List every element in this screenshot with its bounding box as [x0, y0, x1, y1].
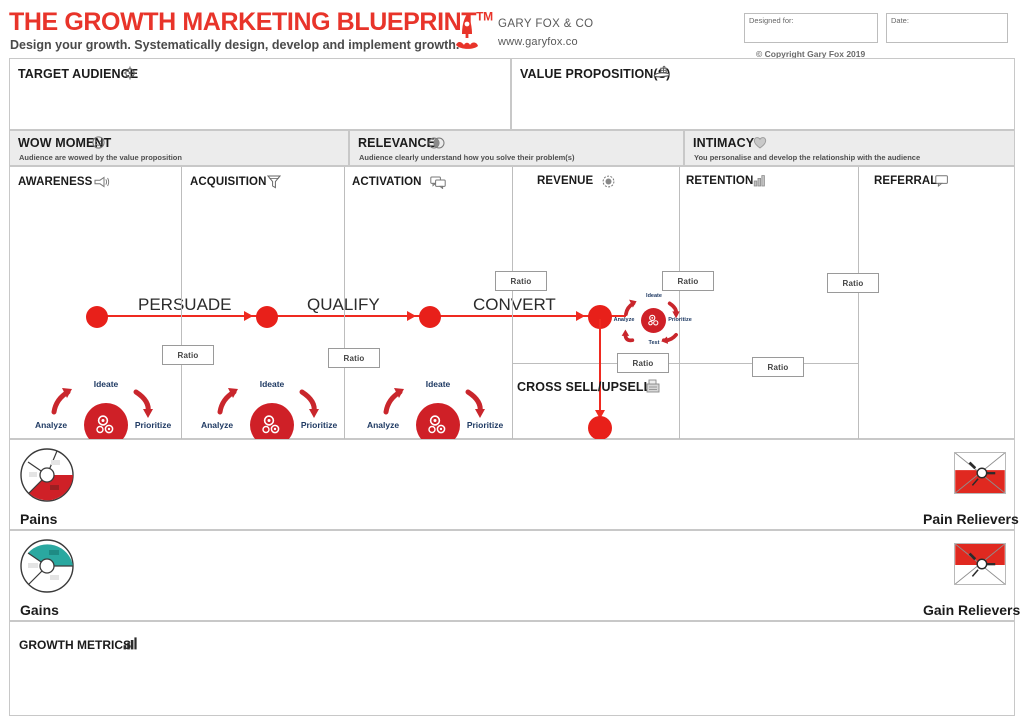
ratio-box[interactable]: Ratio: [495, 271, 547, 291]
date-label: Date:: [891, 16, 909, 25]
funnel-node-cross-sell[interactable]: [588, 416, 612, 440]
funnel-step-label: PERSUADE: [138, 295, 232, 314]
funnel-arrow: [244, 311, 253, 321]
cross-sell-flow-line: [599, 319, 601, 417]
funnel-icon: [267, 175, 281, 189]
pain-reliever-icon: [954, 452, 1006, 494]
band-wow-moment: WOW MOMENT Audience are wowed by the val…: [9, 130, 349, 166]
ratio-label: Ratio: [510, 276, 532, 286]
date-field[interactable]: Date:: [886, 13, 1008, 43]
ratio-box[interactable]: Ratio: [827, 273, 879, 293]
gain-relievers-label: Gain Relievers: [923, 602, 1021, 618]
ratio-box[interactable]: Ratio: [662, 271, 714, 291]
growth-metrics-cell[interactable]: GROWTH METRICS: [9, 621, 1015, 716]
gains-pie-icon: [20, 539, 74, 593]
ratio-label: Ratio: [767, 362, 789, 372]
column-title-activation: ACTIVATION: [352, 176, 422, 188]
value-proposition-cell[interactable]: VALUE PROPOSITION(S): [511, 58, 1015, 130]
funnel-grid: AWARENESS ACQUISITION ACTIVATION REVENUE…: [9, 166, 1015, 496]
funnel-node-acquisition[interactable]: [256, 306, 278, 328]
column-title-referral: REFERRAL: [874, 175, 938, 187]
coin-dollar-icon: [602, 175, 615, 188]
gift-hand-icon: [653, 65, 670, 78]
brand-block: GARY FOX & CO www.garyfox.co: [498, 18, 594, 48]
gain-reliever-icon: [954, 543, 1006, 585]
pains-label: Pains: [20, 511, 58, 527]
ratio-label: Ratio: [632, 358, 654, 368]
ratio-box[interactable]: Ratio: [752, 357, 804, 377]
megaphone-icon: [94, 176, 110, 188]
gains-label: Gains: [20, 602, 59, 618]
column-title-retention: RETENTION: [686, 175, 754, 187]
band-subtitle: You personalise and develop the relation…: [694, 153, 921, 162]
value-proposition-title: VALUE PROPOSITION(S): [520, 67, 671, 81]
pains-row[interactable]: Pains Pain Relievers: [9, 439, 1019, 530]
column-title-awareness: AWARENESS: [18, 176, 93, 188]
brand-url[interactable]: www.garyfox.co: [498, 36, 594, 48]
chat-bubbles-icon: [430, 176, 446, 189]
growth-cycle-revenue: Ideate Prioritize Test Analyze: [611, 293, 692, 347]
band-intimacy: INTIMACY You personalise and develop the…: [684, 130, 1015, 166]
ratio-box[interactable]: Ratio: [162, 345, 214, 365]
band-subtitle: Audience clearly understand how you solv…: [359, 153, 575, 162]
band-title: INTIMACY: [693, 136, 755, 150]
header: THE GROWTH MARKETING BLUEPRINTTM Design …: [0, 0, 1024, 59]
bar-chart-icon: [123, 637, 137, 650]
ratio-label: Ratio: [842, 278, 864, 288]
ratio-label: Ratio: [343, 353, 365, 363]
ratio-box[interactable]: Ratio: [617, 353, 669, 373]
funnel-node-awareness[interactable]: [86, 306, 108, 328]
band-title: RELEVANCE: [358, 136, 436, 150]
funnel-flow-line: [96, 315, 626, 317]
pains-pie-icon: [20, 448, 74, 502]
cross-sell-divider: [512, 363, 858, 364]
target-crosshair-icon: [123, 66, 137, 80]
pain-relievers-label: Pain Relievers: [923, 511, 1019, 527]
rocket-icon: [456, 14, 478, 49]
ratio-box[interactable]: Ratio: [328, 348, 380, 368]
gains-row[interactable]: Gains Gain Relievers: [9, 530, 1020, 621]
funnel-step-label: CONVERT: [473, 295, 556, 314]
speech-bubble-icon: [935, 175, 948, 187]
page-title-text: THE GROWTH MARKETING BLUEPRINT: [9, 8, 477, 36]
target-audience-title: TARGET AUDIENCE: [18, 67, 139, 81]
brand-name: GARY FOX & CO: [498, 18, 594, 30]
column-title-acquisition: ACQUISITION: [190, 176, 267, 188]
band-subtitle: Audience are wowed by the value proposit…: [19, 153, 182, 162]
column-title-revenue: REVENUE: [537, 175, 594, 187]
funnel-arrow: [576, 311, 585, 321]
bar-chart-icon: [753, 175, 765, 187]
overlap-circles-icon: [428, 137, 445, 149]
ratio-label: Ratio: [177, 350, 199, 360]
page-subtitle: Design your growth. Systematically desig…: [10, 38, 460, 52]
page-title: THE GROWTH MARKETING BLUEPRINTTM: [9, 8, 493, 37]
column-divider: [858, 167, 859, 440]
ratio-label: Ratio: [677, 276, 699, 286]
designed-for-label: Designed for:: [749, 16, 794, 25]
designed-for-field[interactable]: Designed for:: [744, 13, 878, 43]
smiley-icon: [92, 136, 105, 149]
target-audience-cell[interactable]: TARGET AUDIENCE: [9, 58, 511, 130]
canvas-body: TARGET AUDIENCE VALUE PROPOSITION(S) WOW…: [9, 58, 1020, 716]
band-relevance: RELEVANCE Audience clearly understand ho…: [349, 130, 684, 166]
cross-sell-title: CROSS SELL/UPSELL: [517, 380, 652, 394]
funnel-arrow: [407, 311, 416, 321]
growth-metrics-title: GROWTH METRICS: [19, 638, 131, 652]
cash-register-icon: [646, 379, 660, 393]
blueprint-canvas: THE GROWTH MARKETING BLUEPRINTTM Design …: [0, 0, 1024, 724]
cycle-arrows: [621, 299, 680, 344]
heart-icon: [753, 137, 767, 149]
funnel-node-activation[interactable]: [419, 306, 441, 328]
